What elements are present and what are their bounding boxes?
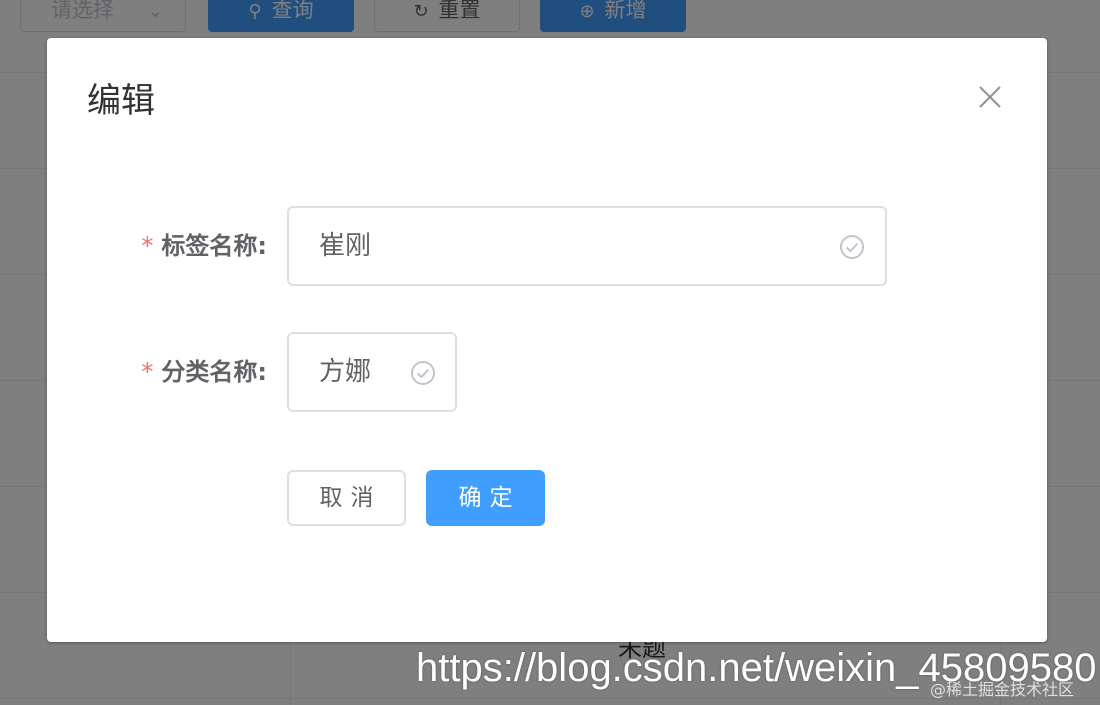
- category-name-label-text: 分类名称:: [161, 358, 267, 386]
- tag-name-label-text: 标签名称:: [161, 232, 267, 260]
- required-mark: *: [141, 232, 154, 260]
- cancel-button[interactable]: 取消: [287, 470, 406, 526]
- dialog-title: 编辑: [87, 81, 155, 121]
- tag-name-input[interactable]: 崔刚: [287, 206, 887, 286]
- category-name-input[interactable]: 方娜: [287, 332, 457, 412]
- check-circle-icon: [411, 361, 435, 385]
- confirm-button[interactable]: 确定: [426, 470, 545, 526]
- watermark-community: @稀土掘金技术社区: [930, 680, 1075, 699]
- required-mark: *: [141, 358, 154, 386]
- close-icon[interactable]: [977, 84, 1003, 110]
- tag-name-label: * 标签名称:: [47, 230, 267, 262]
- category-name-value: 方娜: [319, 357, 372, 387]
- category-name-label: * 分类名称:: [47, 356, 267, 388]
- edit-dialog: 编辑 * 标签名称: 崔刚 * 分类名称: 方娜 取消 确定: [47, 38, 1047, 642]
- tag-name-value: 崔刚: [319, 231, 372, 261]
- check-circle-icon: [840, 235, 864, 259]
